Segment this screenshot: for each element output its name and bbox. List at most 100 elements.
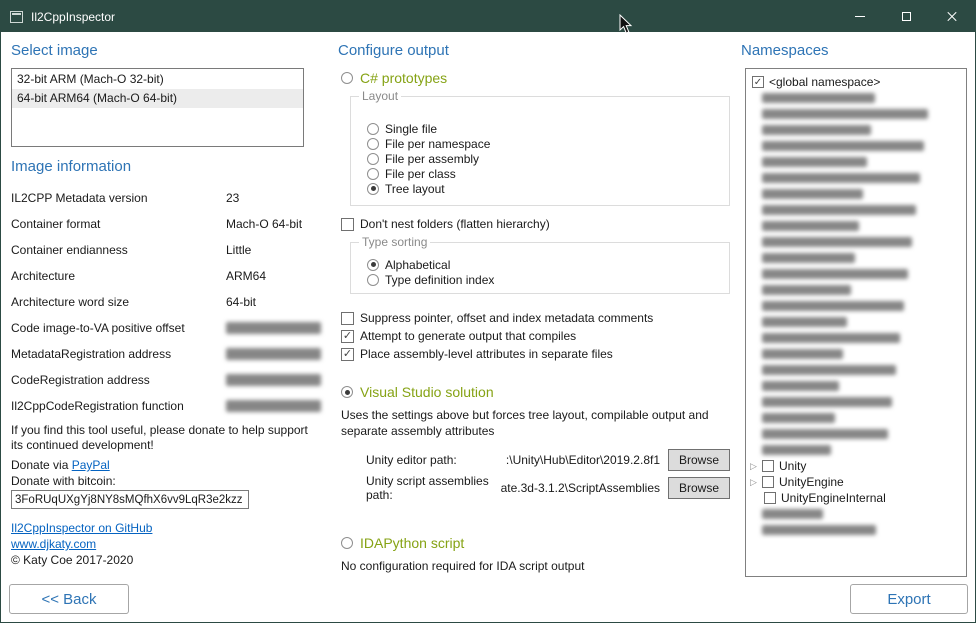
namespace-item[interactable] (746, 282, 966, 298)
expander-icon[interactable]: ▷ (750, 461, 762, 472)
minimize-icon (855, 16, 865, 17)
namespace-label: UnityEngine (779, 475, 844, 489)
namespace-item[interactable] (746, 394, 966, 410)
sorting-options: AlphabeticalType definition index (351, 243, 729, 287)
option-checkbox[interactable]: ✓Place assembly-level attributes in sepa… (341, 345, 653, 363)
expander-icon[interactable]: ▷ (750, 477, 762, 488)
radio-indicator (341, 537, 353, 549)
info-key: IL2CPP Metadata version (11, 191, 148, 205)
namespace-item[interactable] (746, 378, 966, 394)
namespace-checkbox[interactable]: ✓ (752, 76, 764, 88)
namespace-item[interactable] (746, 266, 966, 282)
copyright-text: © Katy Coe 2017-2020 (11, 553, 133, 567)
info-value: Little (226, 243, 251, 257)
image-info-table: IL2CPP Metadata version23Container forma… (11, 186, 314, 420)
maximize-button[interactable] (883, 1, 929, 32)
info-row: Container formatMach-O 64-bit (11, 212, 314, 238)
website-link[interactable]: www.djkaty.com (11, 537, 96, 551)
image-list-item[interactable]: 64-bit ARM64 (Mach-O 64-bit) (12, 89, 303, 108)
namespace-item[interactable] (746, 154, 966, 170)
image-listbox[interactable]: 32-bit ARM (Mach-O 32-bit)64-bit ARM64 (… (11, 68, 304, 147)
donate-paypal-line: Donate via PayPal (11, 458, 110, 472)
namespace-checkbox[interactable] (762, 460, 774, 472)
namespace-item[interactable] (746, 506, 966, 522)
namespace-item[interactable] (746, 426, 966, 442)
namespace-checkbox[interactable] (762, 476, 774, 488)
namespace-item[interactable] (746, 138, 966, 154)
paypal-link[interactable]: PayPal (72, 458, 110, 472)
namespace-checkbox[interactable] (764, 492, 776, 504)
namespace-item[interactable] (746, 234, 966, 250)
flatten-checkbox[interactable]: Don't nest folders (flatten hierarchy) (341, 215, 550, 233)
csharp-prototypes-radio[interactable]: C# prototypes (341, 70, 447, 86)
namespace-item[interactable] (746, 218, 966, 234)
export-button[interactable]: Export (850, 584, 968, 614)
namespace-item[interactable]: ✓<global namespace> (746, 74, 966, 90)
radio-option[interactable]: Single file (367, 121, 729, 136)
idapython-script-radio[interactable]: IDAPython script (341, 535, 464, 551)
namespace-item[interactable] (746, 106, 966, 122)
redacted-namespace (762, 381, 839, 391)
info-key: MetadataRegistration address (11, 347, 171, 361)
namespace-item[interactable] (746, 170, 966, 186)
image-list-item[interactable]: 32-bit ARM (Mach-O 32-bit) (12, 70, 303, 89)
back-button[interactable]: << Back (9, 584, 129, 614)
namespace-item[interactable] (746, 202, 966, 218)
unity-script-assemblies-label: Unity script assemblies path: (366, 474, 501, 502)
visual-studio-solution-radio[interactable]: Visual Studio solution (341, 384, 494, 400)
github-link[interactable]: Il2CppInspector on GitHub (11, 521, 152, 535)
redacted-namespace (762, 285, 851, 295)
radio-option[interactable]: File per namespace (367, 136, 729, 151)
type-sorting-groupbox: Type sorting AlphabeticalType definition… (350, 242, 730, 294)
namespace-item[interactable] (746, 346, 966, 362)
radio-option[interactable]: File per assembly (367, 151, 729, 166)
radio-option[interactable]: File per class (367, 166, 729, 181)
visual-studio-solution-label: Visual Studio solution (360, 384, 494, 400)
namespace-list[interactable]: ✓<global namespace>▷Unity▷UnityEngineUni… (745, 68, 967, 577)
info-row: Container endiannessLittle (11, 238, 314, 264)
option-checkboxes: Suppress pointer, offset and index metad… (341, 309, 653, 363)
namespace-item[interactable] (746, 314, 966, 330)
namespace-item[interactable] (746, 410, 966, 426)
namespaces-panel: Namespaces ✓<global namespace>▷Unity▷Uni… (741, 32, 968, 624)
redacted-namespace (762, 189, 863, 199)
namespace-item[interactable] (746, 362, 966, 378)
option-checkbox[interactable]: ✓Attempt to generate output that compile… (341, 327, 653, 345)
info-value-redacted (226, 348, 321, 360)
radio-option[interactable]: Tree layout (367, 181, 729, 196)
namespace-item[interactable] (746, 442, 966, 458)
unity-script-assemblies-row: Unity script assemblies path: ate.3d-3.1… (366, 477, 730, 499)
close-icon (946, 11, 958, 23)
radio-label: File per class (385, 167, 456, 181)
namespace-item[interactable] (746, 522, 966, 538)
radio-indicator (367, 153, 379, 165)
namespace-item[interactable] (746, 330, 966, 346)
radio-option[interactable]: Type definition index (367, 272, 729, 287)
unity-editor-path-value[interactable]: :\Unity\Hub\Editor\2019.2.8f1 (506, 453, 668, 467)
namespace-item[interactable]: UnityEngineInternal (746, 490, 966, 506)
namespace-item[interactable]: ▷ UnityEngine (746, 474, 966, 490)
option-checkbox[interactable]: Suppress pointer, offset and index metad… (341, 309, 653, 327)
browse-editor-path-button[interactable]: Browse (668, 449, 730, 471)
namespace-item[interactable] (746, 298, 966, 314)
checkbox-label: Suppress pointer, offset and index metad… (360, 311, 653, 325)
namespace-item[interactable] (746, 186, 966, 202)
select-image-panel: Select image 32-bit ARM (Mach-O 32-bit)6… (11, 32, 314, 624)
redacted-namespace (762, 205, 916, 215)
browse-script-assemblies-button[interactable]: Browse (668, 477, 730, 499)
donate-text: If you find this tool useful, please don… (11, 423, 311, 453)
radio-option[interactable]: Alphabetical (367, 257, 729, 272)
minimize-button[interactable] (837, 1, 883, 32)
radio-label: File per assembly (385, 152, 479, 166)
namespace-item[interactable] (746, 250, 966, 266)
unity-script-assemblies-value[interactable]: ate.3d-3.1.2\ScriptAssemblies (501, 481, 668, 495)
namespace-item[interactable]: ▷Unity (746, 458, 966, 474)
redacted-namespace (762, 413, 835, 423)
radio-label: Alphabetical (385, 258, 450, 272)
close-button[interactable] (929, 1, 975, 32)
namespace-item[interactable] (746, 122, 966, 138)
namespace-item[interactable] (746, 90, 966, 106)
checkbox-indicator: ✓ (341, 348, 354, 361)
redacted-namespace (762, 349, 843, 359)
bitcoin-address-field[interactable] (11, 490, 249, 509)
